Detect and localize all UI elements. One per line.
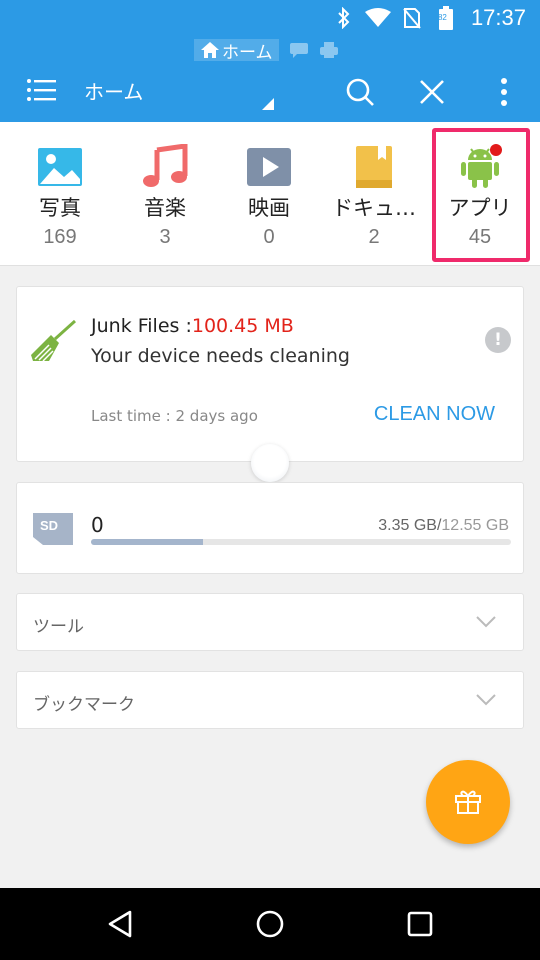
category-count: 169 (43, 226, 77, 248)
menu-icon[interactable] (26, 76, 58, 104)
bookmarks-section[interactable]: ブックマーク (16, 671, 524, 729)
tools-section[interactable]: ツール (16, 593, 524, 651)
book-icon (350, 144, 398, 190)
tools-title: ツール (33, 617, 84, 637)
gift-icon (453, 785, 483, 819)
storage-progress-fill (91, 539, 204, 545)
junk-files-card: Junk Files :100.45 MB Your device needs … (16, 286, 524, 462)
category-photos[interactable]: 写真 169 (8, 122, 112, 266)
dropdown-corner-icon[interactable] (262, 98, 274, 110)
status-time: 17:37 (470, 5, 526, 30)
clean-now-button[interactable]: CLEAN NOW (374, 403, 495, 426)
selection-highlight (432, 128, 530, 262)
battery-level: 82 (437, 13, 447, 22)
category-label: 写真 (39, 196, 81, 220)
gift-button[interactable] (426, 760, 510, 844)
video-play-icon (245, 144, 293, 190)
status-bar: 82 17:37 (0, 0, 540, 36)
app-bar: ホーム ホーム (0, 36, 540, 122)
category-documents[interactable]: ドキュ… 2 (322, 122, 426, 266)
junk-subtitle: Your device needs cleaning (91, 345, 350, 367)
home-button-icon[interactable] (250, 904, 290, 944)
chevron-down-icon (475, 692, 497, 708)
search-icon[interactable] (340, 72, 380, 112)
home-icon (200, 41, 220, 59)
loading-spinner (251, 444, 289, 482)
chevron-down-icon (475, 614, 497, 630)
storage-card[interactable]: SD 0 3.35 GB/12.55 GB (16, 482, 524, 574)
category-count: 2 (368, 226, 380, 248)
broom-icon (29, 317, 77, 365)
window-tabs: ホーム (194, 38, 339, 63)
svg-text:SD: SD (40, 518, 58, 533)
junk-files-title: Junk Files :100.45 MB (91, 315, 294, 337)
tab-home[interactable]: ホーム (194, 39, 279, 63)
storage-label: 0 (91, 513, 104, 537)
category-label: ドキュ… (332, 196, 416, 220)
music-note-icon (141, 143, 189, 190)
recents-icon[interactable] (400, 904, 440, 944)
last-clean-time: Last time : 2 days ago (91, 407, 258, 425)
tab-home-label: ホーム (222, 42, 273, 63)
bluetooth-icon (331, 7, 357, 29)
category-count: 3 (159, 226, 171, 248)
category-movies[interactable]: 映画 0 (217, 122, 321, 266)
battery-icon: 82 (433, 6, 459, 30)
image-icon (36, 144, 84, 190)
system-nav-bar (0, 888, 540, 960)
storage-total: 12.55 GB (441, 517, 509, 534)
no-sim-icon (399, 7, 425, 29)
sd-card-icon: SD (31, 511, 75, 547)
storage-used: 3.35 GB (378, 517, 437, 534)
junk-title-prefix: Junk Files : (91, 315, 192, 337)
junk-size: 100.45 MB (191, 315, 294, 337)
storage-size: 3.35 GB/12.55 GB (378, 517, 509, 535)
page-title[interactable]: ホーム (84, 76, 143, 105)
bookmarks-title: ブックマーク (33, 695, 135, 715)
storage-progress-bar (91, 539, 511, 545)
category-label: 映画 (248, 196, 290, 220)
category-music[interactable]: 音楽 3 (113, 122, 217, 266)
wifi-icon (364, 7, 391, 29)
more-vert-icon[interactable] (484, 72, 524, 112)
close-icon[interactable] (412, 72, 452, 112)
printer-tab-icon[interactable] (319, 41, 339, 59)
chat-tab-icon[interactable] (289, 42, 309, 58)
back-icon[interactable] (100, 904, 140, 944)
category-label: 音楽 (144, 196, 186, 220)
info-icon[interactable]: ! (485, 327, 511, 353)
category-count: 0 (263, 226, 275, 248)
